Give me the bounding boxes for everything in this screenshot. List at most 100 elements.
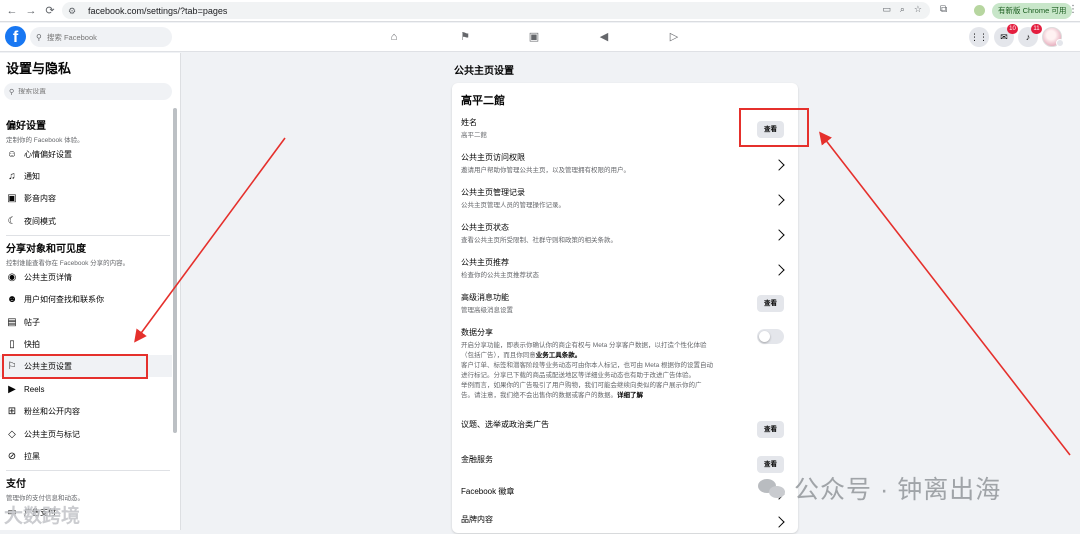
- sidebar-item-blocking[interactable]: ⊘ 拉黑: [0, 445, 172, 467]
- settings-card: 高平二館 姓名 高平二館 查看 公共主页访问权限 邀请用户帮助你管理公共主页，以…: [452, 83, 798, 533]
- watermark-wechat: 公众号 · 钟离出海: [758, 470, 1001, 506]
- settings-row-advanced-messaging[interactable]: 高级消息功能 管理高级消息设置 查看: [461, 292, 791, 322]
- flag-icon: ⚐: [7, 360, 17, 372]
- desc-text: 告。请注意，我们绝不会出售你的数据或客户的数据。: [461, 392, 617, 399]
- settings-row-financial-services[interactable]: 金融服务 查看: [461, 454, 791, 484]
- view-advanced-messaging-button[interactable]: 查看: [757, 295, 784, 312]
- row-title: 金融服务: [461, 455, 493, 464]
- wechat-icon: [758, 477, 786, 499]
- zoom-icon[interactable]: ⌕: [900, 4, 905, 15]
- row-description: 管理高级消息设置: [461, 307, 513, 314]
- profile-icon[interactable]: [974, 5, 985, 16]
- more-menu-icon[interactable]: ⋮: [1068, 4, 1078, 15]
- reaction-icon: ☺: [6, 148, 18, 160]
- settings-sidebar: 设置与隐私 ⚲ 偏好设置 定制你的 Facebook 体验。 ☺ 心情偏好设置 ♫…: [0, 53, 181, 530]
- settings-row-page-access[interactable]: 公共主页访问权限 邀请用户帮助你管理公共主页，以及管理拥有权限的用户。: [461, 152, 791, 182]
- sidebar-item-page-details[interactable]: ◉ 公共主页详情: [0, 266, 172, 288]
- sidebar-item-label: Reels: [24, 384, 45, 394]
- bookmark-star-icon[interactable]: ☆: [914, 4, 922, 15]
- settings-search[interactable]: ⚲: [4, 83, 172, 100]
- menu-grid-icon[interactable]: ⋮⋮: [969, 27, 989, 47]
- row-title: 公共主页访问权限: [461, 153, 525, 162]
- stories-icon: ▯: [9, 338, 15, 350]
- search-input[interactable]: [46, 32, 157, 42]
- facebook-logo[interactable]: f: [5, 26, 26, 47]
- sidebar-item-page-settings[interactable]: ⚐ 公共主页设置: [0, 355, 172, 377]
- reload-icon[interactable]: ⟳: [43, 4, 57, 18]
- sidebar-item-label: 拉黑: [24, 451, 40, 461]
- sidebar-item-posts[interactable]: ▤ 帖子: [0, 311, 172, 333]
- home-icon[interactable]: ⌂: [387, 30, 401, 44]
- extensions-icon[interactable]: ⧉: [940, 4, 947, 15]
- sidebar-item-followers[interactable]: ⊞ 粉丝和公开内容: [0, 400, 172, 422]
- settings-search-input[interactable]: [18, 88, 159, 95]
- settings-row-recommendations[interactable]: 公共主页推荐 检查你的公共主页推荐状态: [461, 257, 791, 287]
- facebook-search[interactable]: ⚲: [30, 27, 172, 47]
- row-title: 公共主页推荐: [461, 258, 509, 267]
- row-title: 公共主页管理记录: [461, 188, 525, 197]
- sidebar-item-label: 心情偏好设置: [24, 149, 72, 159]
- sidebar-item-media[interactable]: ▣ 影音内容: [0, 187, 172, 209]
- toggle-knob: [759, 331, 770, 342]
- sidebar-item-label: 公共主页详情: [24, 272, 72, 282]
- block-icon: ⊘: [7, 450, 17, 462]
- sidebar-item-dark-mode[interactable]: ☾ 夜间模式: [0, 210, 172, 232]
- profile-icon: ◉: [7, 271, 17, 283]
- desc-line: 开启分享功能，即表示你确认你的商企有权与 Meta 分享客户数据，以打造个性化体…: [461, 342, 707, 349]
- desc-line: 客户订单、标签和潜客阶段等业务动态可由你本人标记，也可由 Meta 根据你的设置…: [461, 362, 714, 369]
- sidebar-item-stories[interactable]: ▯ 快拍: [0, 333, 172, 355]
- row-title: 姓名: [461, 118, 477, 127]
- sidebar-item-notifications[interactable]: ♫ 通知: [0, 165, 172, 187]
- section-preferences: 偏好设置 定制你的 Facebook 体验。: [6, 117, 84, 144]
- facebook-header: f ⚲ ⌂ ⚑ ▣ ◀ ▷ ⋮⋮ ✉ 10 ♪ 11: [0, 23, 1080, 52]
- settings-row-name[interactable]: 姓名 高平二館 查看: [461, 117, 791, 147]
- search-icon: ⚲: [9, 88, 15, 96]
- settings-row-page-status[interactable]: 公共主页状态 查看公共主页所受限制、社群守则和政策的相关条款。: [461, 222, 791, 252]
- notification-bell-icon[interactable]: ♪ 11: [1018, 24, 1042, 47]
- sidebar-item-how-people-find[interactable]: ☻ 用户如何查找和联系你: [0, 288, 172, 310]
- sidebar-item-reels[interactable]: ▶ Reels: [0, 378, 172, 400]
- settings-row-management-history[interactable]: 公共主页管理记录 公共主页管理人员的管理操作记录。: [461, 187, 791, 217]
- sidebar-item-label: 帖子: [24, 317, 40, 327]
- sidebar-scrollbar[interactable]: [173, 108, 177, 433]
- marketplace-icon[interactable]: ▣: [527, 30, 541, 44]
- people-icon: ☻: [6, 293, 18, 305]
- site-info-icon[interactable]: ⚙: [68, 5, 80, 17]
- settings-row-branded-content[interactable]: 品牌内容: [461, 514, 791, 534]
- account-dropdown-icon[interactable]: [1056, 39, 1064, 47]
- sidebar-item-tagging[interactable]: ◇ 公共主页与标记: [0, 423, 172, 445]
- row-description: 高平二館: [461, 132, 487, 139]
- row-description: 检查你的公共主页推荐状态: [461, 272, 539, 279]
- settings-row-facebook-badges[interactable]: Facebook 徽章: [461, 486, 791, 511]
- desc-line: （包括广告），而且你同意业务工具条款。: [461, 351, 761, 361]
- row-title: 议题、选举或政治类广告: [461, 420, 549, 429]
- data-sharing-toggle[interactable]: [757, 329, 784, 344]
- page-title: 公共主页设置: [454, 66, 514, 77]
- business-terms-link[interactable]: 业务工具条款。: [536, 352, 582, 359]
- watermark-logo: 大数跨境: [4, 506, 81, 527]
- back-icon[interactable]: ←: [5, 4, 19, 18]
- chrome-update-button[interactable]: 有新版 Chrome 可用: [992, 3, 1073, 19]
- learn-more-link[interactable]: 详细了解: [617, 392, 643, 399]
- megaphone-icon[interactable]: ◀: [597, 30, 611, 44]
- bell-icon: ♫: [8, 170, 16, 182]
- row-title: 高级消息功能: [461, 293, 509, 302]
- view-political-ads-button[interactable]: 查看: [757, 421, 784, 438]
- sidebar-item-reactions[interactable]: ☺ 心情偏好设置: [0, 143, 172, 165]
- url-text[interactable]: facebook.com/settings/?tab=pages: [88, 6, 227, 16]
- messenger-icon[interactable]: ✉ 10: [994, 24, 1018, 47]
- view-name-button[interactable]: 查看: [757, 121, 784, 138]
- flag-icon[interactable]: ⚑: [458, 30, 472, 44]
- desc-text: （包括广告），而且你同意: [461, 352, 536, 359]
- moon-icon: ☾: [7, 215, 17, 227]
- browser-toolbar: ← → ⟳ ⚙ facebook.com/settings/?tab=pages…: [0, 0, 1080, 22]
- address-bar[interactable]: ⚙ facebook.com/settings/?tab=pages ▭ ⌕ ☆: [62, 2, 930, 19]
- card-title: 高平二館: [461, 95, 505, 107]
- settings-row-political-ads[interactable]: 议题、选举或政治类广告 查看: [461, 419, 791, 449]
- cast-icon[interactable]: ▭: [882, 4, 891, 15]
- video-icon[interactable]: ▷: [667, 30, 681, 44]
- settings-row-data-sharing[interactable]: 数据分享 开启分享功能，即表示你确认你的商企有权与 Meta 分享客户数据，以打…: [461, 327, 791, 409]
- forward-icon[interactable]: →: [24, 4, 38, 18]
- sidebar-item-label: 影音内容: [24, 193, 56, 203]
- arrow-to-view-button: [819, 131, 1071, 456]
